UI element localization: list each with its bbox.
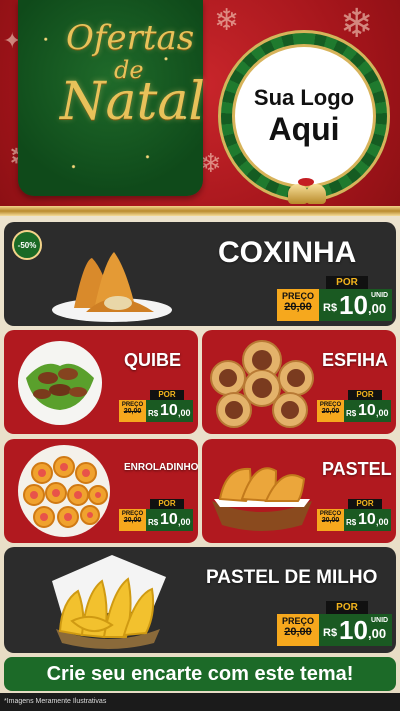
bells-icon	[280, 178, 340, 206]
currency: R$	[148, 409, 159, 418]
footer-note: *Imagens Meramente Ilustrativas	[0, 693, 400, 711]
product-card-coxinha[interactable]: -50% COXINHA POR PREÇO 20,00 R$ 10 ,00 U…	[4, 222, 396, 326]
discount-badge: -50%	[12, 230, 42, 260]
old-price: 20,00	[123, 408, 142, 415]
esfiha-image	[210, 340, 314, 428]
product-card-pastel[interactable]: PASTEL POR PREÇO 20,00 R$ 10 ,00	[202, 439, 396, 543]
logo-circle: Sua Logo Aqui	[232, 44, 376, 188]
price-cents: ,00	[368, 301, 387, 316]
new-price-box: R$ 10 ,00 UNID	[319, 614, 392, 646]
currency: R$	[148, 518, 159, 527]
old-price-box: PREÇO 20,00	[317, 400, 344, 422]
preco-label: PREÇO	[121, 402, 144, 408]
por-label: POR	[348, 390, 382, 400]
por-label: POR	[326, 276, 368, 289]
title-ofertas: Ofertas	[66, 18, 195, 58]
por-label: POR	[150, 390, 184, 400]
new-price-box: R$ 10 ,00 UNID	[319, 289, 392, 321]
cta-banner[interactable]: Crie seu encarte com este tema!	[4, 657, 396, 691]
product-card-enroladinho[interactable]: ENROLADINHO POR PREÇO 20,00 R$ 10 ,00	[4, 439, 198, 543]
price-cents: ,00	[178, 517, 191, 527]
currency: R$	[346, 518, 357, 527]
enroladinho-image	[18, 445, 110, 537]
header-banner: ❄ ❄ ❄ ❄ ❄ ✦ ✦ Ofertas de Natal Sua Logo …	[0, 0, 400, 212]
new-price-box: R$ 10 ,00	[146, 400, 193, 422]
product-card-quibe[interactable]: QUIBE POR PREÇO 20,00 R$ 10 ,00	[4, 330, 198, 434]
preco-label: PREÇO	[319, 511, 342, 517]
por-label: POR	[326, 601, 368, 614]
gold-divider	[0, 206, 400, 216]
price-tag: PREÇO 20,00 R$ 10 ,00 UNID	[277, 289, 392, 321]
old-price: 20,00	[123, 517, 142, 524]
unid-label: UNID	[371, 617, 389, 624]
preco-label: PREÇO	[121, 511, 144, 517]
flyer-page: ❄ ❄ ❄ ❄ ❄ ✦ ✦ Ofertas de Natal Sua Logo …	[0, 0, 400, 711]
old-price-box: PREÇO 20,00	[277, 289, 319, 321]
new-price-box: R$ 10 ,00	[146, 509, 193, 531]
old-price-box: PREÇO 20,00	[277, 614, 319, 646]
currency: R$	[346, 409, 357, 418]
old-price: 20,00	[321, 408, 340, 415]
pastel-de-milho-image	[52, 555, 166, 649]
preco-label: PREÇO	[319, 402, 342, 408]
title-natal: Natal	[60, 72, 206, 132]
old-price: 20,00	[284, 626, 312, 638]
old-price-box: PREÇO 20,00	[119, 400, 146, 422]
currency: R$	[323, 302, 338, 314]
product-card-pastel-de-milho[interactable]: PASTEL DE MILHO POR PREÇO 20,00 R$ 10 ,0…	[4, 547, 396, 653]
product-name: ESFIHA	[322, 350, 389, 370]
product-name: ENROLADINHO	[124, 462, 198, 473]
new-price-box: R$ 10 ,00	[344, 400, 391, 422]
price-value: 10	[160, 402, 178, 419]
logo-text-line1: Sua Logo	[253, 84, 355, 110]
price-value: 10	[358, 402, 376, 419]
price-tag: PREÇO 20,00 R$ 10 ,00	[119, 509, 193, 531]
quibe-image	[18, 341, 102, 425]
currency: R$	[323, 627, 338, 639]
price-cents: ,00	[376, 408, 389, 418]
old-price: 20,00	[321, 517, 340, 524]
pastel-image	[212, 467, 312, 531]
price-cents: ,00	[178, 408, 191, 418]
logo-text-line2: Aqui	[268, 110, 340, 147]
por-label: POR	[150, 499, 184, 509]
preco-label: PREÇO	[281, 291, 314, 301]
old-price-box: PREÇO 20,00	[119, 509, 146, 531]
price-tag: PREÇO 20,00 R$ 10 ,00 UNID	[277, 614, 392, 646]
por-label: POR	[348, 499, 382, 509]
price-tag: PREÇO 20,00 R$ 10 ,00	[317, 509, 391, 531]
price-tag: PREÇO 20,00 R$ 10 ,00	[119, 400, 193, 422]
price-value: 10	[160, 511, 178, 528]
price-value: 10	[339, 290, 368, 320]
unid-label: UNID	[371, 292, 389, 299]
old-price: 20,00	[284, 301, 312, 313]
product-name: PASTEL DE MILHO	[206, 567, 378, 588]
new-price-box: R$ 10 ,00	[344, 509, 391, 531]
logo-placeholder: Sua Logo Aqui	[218, 30, 390, 202]
price-value: 10	[358, 511, 376, 528]
product-name: COXINHA	[218, 236, 357, 269]
title-card: Ofertas de Natal	[18, 0, 206, 196]
old-price-box: PREÇO 20,00	[317, 509, 344, 531]
price-cents: ,00	[376, 517, 389, 527]
price-value: 10	[339, 615, 368, 645]
price-cents: ,00	[368, 626, 387, 641]
product-name: PASTEL	[322, 459, 392, 479]
product-card-esfiha[interactable]: ESFIHA POR PREÇO 20,00 R$ 10 ,00	[202, 330, 396, 434]
product-name: QUIBE	[124, 350, 182, 370]
price-tag: PREÇO 20,00 R$ 10 ,00	[317, 400, 391, 422]
coxinha-image	[52, 252, 172, 322]
preco-label: PREÇO	[281, 616, 314, 626]
